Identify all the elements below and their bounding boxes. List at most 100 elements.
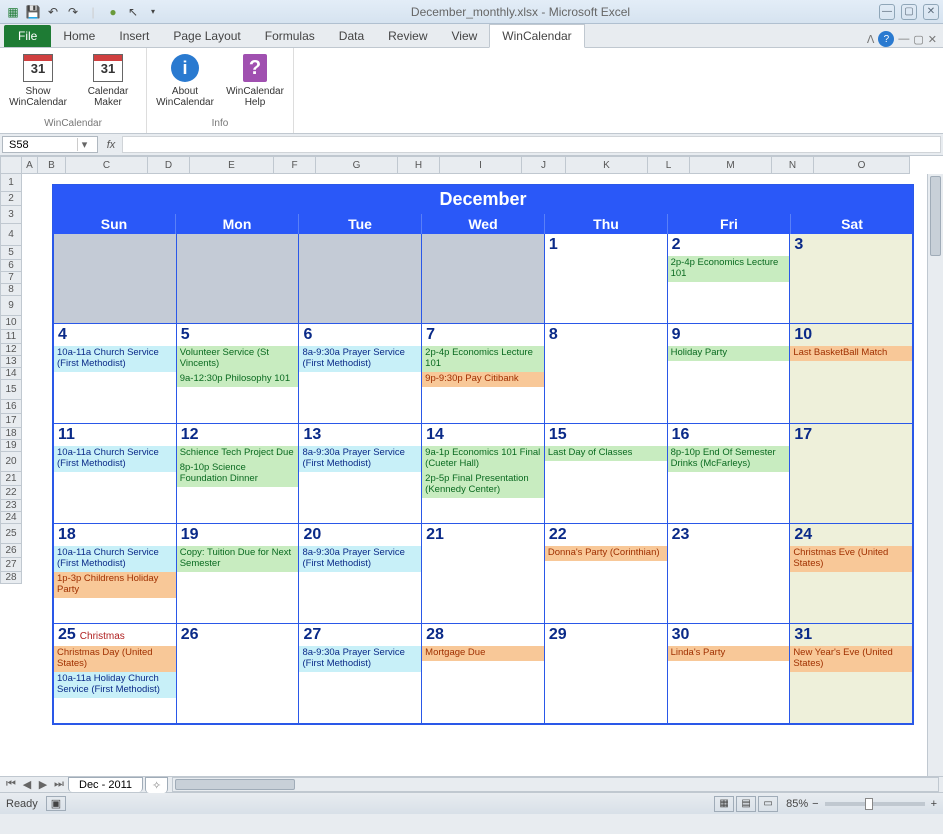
calendar-cell-31[interactable]: 31New Year's Eve (United States) bbox=[790, 624, 913, 724]
row-header-2[interactable]: 2 bbox=[0, 192, 22, 206]
calendar-event[interactable]: 2p-4p Economics Lecture 101 bbox=[668, 256, 790, 282]
tab-home[interactable]: Home bbox=[51, 25, 107, 47]
column-header-J[interactable]: J bbox=[522, 156, 566, 174]
calendar-cell-8[interactable]: 8 bbox=[545, 324, 668, 424]
row-header-22[interactable]: 22 bbox=[0, 486, 22, 500]
fx-icon[interactable]: fx bbox=[100, 134, 122, 155]
calendar-cell-3[interactable]: 3 bbox=[790, 234, 913, 324]
calendar-cell-18[interactable]: 1810a-11a Church Service (First Methodis… bbox=[53, 524, 177, 624]
calendar-event[interactable]: Last BasketBall Match bbox=[790, 346, 912, 361]
row-header-6[interactable]: 6 bbox=[0, 260, 22, 272]
calendar-cell-21[interactable]: 21 bbox=[422, 524, 545, 624]
zoom-slider-handle[interactable] bbox=[865, 798, 873, 810]
column-header-E[interactable]: E bbox=[190, 156, 274, 174]
calendar-cell-24[interactable]: 24Christmas Eve (United States) bbox=[790, 524, 913, 624]
column-header-A[interactable]: A bbox=[22, 156, 38, 174]
vertical-scrollbar-thumb[interactable] bbox=[930, 176, 941, 256]
row-header-11[interactable]: 11 bbox=[0, 330, 22, 344]
horizontal-scrollbar-thumb[interactable] bbox=[175, 779, 295, 790]
row-header-8[interactable]: 8 bbox=[0, 284, 22, 296]
calendar-event[interactable]: 10a-11a Church Service (First Methodist) bbox=[54, 446, 176, 472]
calendar-cell-30[interactable]: 30Linda's Party bbox=[668, 624, 791, 724]
workbook-minimize-icon[interactable]: — bbox=[898, 33, 909, 45]
calendar-event[interactable]: 2p-4p Economics Lecture 101 bbox=[422, 346, 544, 372]
calendar-event[interactable]: 10a-11a Church Service (First Methodist) bbox=[54, 346, 176, 372]
calendar-event[interactable]: Linda's Party bbox=[668, 646, 790, 661]
minimize-button[interactable]: — bbox=[879, 4, 895, 20]
calendar-cell-12[interactable]: 12Schience Tech Project Due8p-10p Scienc… bbox=[177, 424, 300, 524]
calendar-cell-9[interactable]: 9Holiday Party bbox=[668, 324, 791, 424]
row-header-17[interactable]: 17 bbox=[0, 414, 22, 428]
column-header-L[interactable]: L bbox=[648, 156, 690, 174]
column-header-K[interactable]: K bbox=[566, 156, 648, 174]
workbook-close-icon[interactable]: ✕ bbox=[928, 33, 937, 46]
sheet-tab-dec-2011[interactable]: Dec - 2011 bbox=[68, 777, 143, 792]
calendar-cell-5[interactable]: 5Volunteer Service (St Vincents)9a-12:30… bbox=[177, 324, 300, 424]
calendar-event[interactable]: Copy: Tuition Due for Next Semester bbox=[177, 546, 299, 572]
calendar-cell-14[interactable]: 149a-1p Economics 101 Final (Cueter Hall… bbox=[422, 424, 545, 524]
calendar-cell-26[interactable]: 26 bbox=[177, 624, 300, 724]
ribbon-button-calendar-maker[interactable]: 31CalendarMaker bbox=[78, 52, 138, 118]
calendar-cell-20[interactable]: 208a-9:30a Prayer Service (First Methodi… bbox=[299, 524, 422, 624]
row-header-21[interactable]: 21 bbox=[0, 472, 22, 486]
tab-next-icon[interactable]: ▶ bbox=[36, 778, 50, 792]
calendar-cell-blank[interactable] bbox=[177, 234, 300, 324]
row-header-4[interactable]: 4 bbox=[0, 224, 22, 246]
name-box-dropdown-icon[interactable]: ▾ bbox=[77, 138, 91, 151]
print-icon[interactable]: ● bbox=[104, 3, 122, 21]
row-header-27[interactable]: 27 bbox=[0, 558, 22, 572]
calendar-cell-19[interactable]: 19Copy: Tuition Due for Next Semester bbox=[177, 524, 300, 624]
calendar-cell-27[interactable]: 278a-9:30a Prayer Service (First Methodi… bbox=[299, 624, 422, 724]
calendar-cell-15[interactable]: 15Last Day of Classes bbox=[545, 424, 668, 524]
pointer-icon[interactable]: ↖ bbox=[124, 3, 142, 21]
calendar-event[interactable]: 8a-9:30a Prayer Service (First Methodist… bbox=[299, 346, 421, 372]
tab-wincalendar[interactable]: WinCalendar bbox=[489, 24, 584, 48]
calendar-cell-11[interactable]: 1110a-11a Church Service (First Methodis… bbox=[53, 424, 177, 524]
horizontal-scrollbar[interactable] bbox=[172, 777, 939, 792]
calendar-event[interactable]: 2p-5p Final Presentation (Kennedy Center… bbox=[422, 472, 544, 498]
column-header-N[interactable]: N bbox=[772, 156, 814, 174]
row-header-1[interactable]: 1 bbox=[0, 174, 22, 192]
zoom-out-button[interactable]: − bbox=[812, 798, 818, 810]
row-header-3[interactable]: 3 bbox=[0, 206, 22, 224]
ribbon-button-about-wincalendar[interactable]: iAboutWinCalendar bbox=[155, 52, 215, 118]
ribbon-button-show-wincalendar[interactable]: 31ShowWinCalendar bbox=[8, 52, 68, 118]
calendar-cell-29[interactable]: 29 bbox=[545, 624, 668, 724]
calendar-event[interactable]: 9a-12:30p Philosophy 101 bbox=[177, 372, 299, 387]
file-tab[interactable]: File bbox=[4, 25, 51, 47]
view-pagebreak-button[interactable]: ▭ bbox=[758, 796, 778, 812]
ribbon-minimize-icon[interactable]: ᐱ bbox=[867, 33, 875, 46]
column-header-M[interactable]: M bbox=[690, 156, 772, 174]
row-header-14[interactable]: 14 bbox=[0, 368, 22, 380]
row-header-15[interactable]: 15 bbox=[0, 380, 22, 400]
undo-icon[interactable]: ↶ bbox=[44, 3, 62, 21]
qat-dropdown-icon[interactable]: ▾ bbox=[144, 3, 162, 21]
maximize-button[interactable]: ▢ bbox=[901, 4, 917, 20]
row-header-7[interactable]: 7 bbox=[0, 272, 22, 284]
column-header-F[interactable]: F bbox=[274, 156, 316, 174]
calendar-cell-13[interactable]: 138a-9:30a Prayer Service (First Methodi… bbox=[299, 424, 422, 524]
column-header-I[interactable]: I bbox=[440, 156, 522, 174]
calendar-cell-blank[interactable] bbox=[422, 234, 545, 324]
tab-page-layout[interactable]: Page Layout bbox=[161, 25, 252, 47]
calendar-cell-blank[interactable] bbox=[53, 234, 177, 324]
column-header-H[interactable]: H bbox=[398, 156, 440, 174]
calendar-cell-blank[interactable] bbox=[299, 234, 422, 324]
calendar-event[interactable]: Donna's Party (Corinthian) bbox=[545, 546, 667, 561]
sheet-tab-new[interactable]: ✧ bbox=[145, 777, 168, 793]
view-normal-button[interactable]: ▦ bbox=[714, 796, 734, 812]
column-header-D[interactable]: D bbox=[148, 156, 190, 174]
calendar-event[interactable]: 8a-9:30a Prayer Service (First Methodist… bbox=[299, 546, 421, 572]
tab-first-icon[interactable]: ⏮ bbox=[4, 778, 18, 792]
calendar-event[interactable]: Christmas Day (United States) bbox=[54, 646, 176, 672]
column-header-C[interactable]: C bbox=[66, 156, 148, 174]
calendar-event[interactable]: 8p-10p End Of Semester Drinks (McFarleys… bbox=[668, 446, 790, 472]
calendar-cell-1[interactable]: 1 bbox=[545, 234, 668, 324]
calendar-cell-10[interactable]: 10Last BasketBall Match bbox=[790, 324, 913, 424]
calendar-cell-16[interactable]: 168p-10p End Of Semester Drinks (McFarle… bbox=[668, 424, 791, 524]
calendar-cell-23[interactable]: 23 bbox=[668, 524, 791, 624]
calendar-cell-22[interactable]: 22Donna's Party (Corinthian) bbox=[545, 524, 668, 624]
tab-prev-icon[interactable]: ◀ bbox=[20, 778, 34, 792]
macro-record-icon[interactable]: ▣ bbox=[46, 796, 66, 811]
calendar-cell-25[interactable]: 25ChristmasChristmas Day (United States)… bbox=[53, 624, 177, 724]
